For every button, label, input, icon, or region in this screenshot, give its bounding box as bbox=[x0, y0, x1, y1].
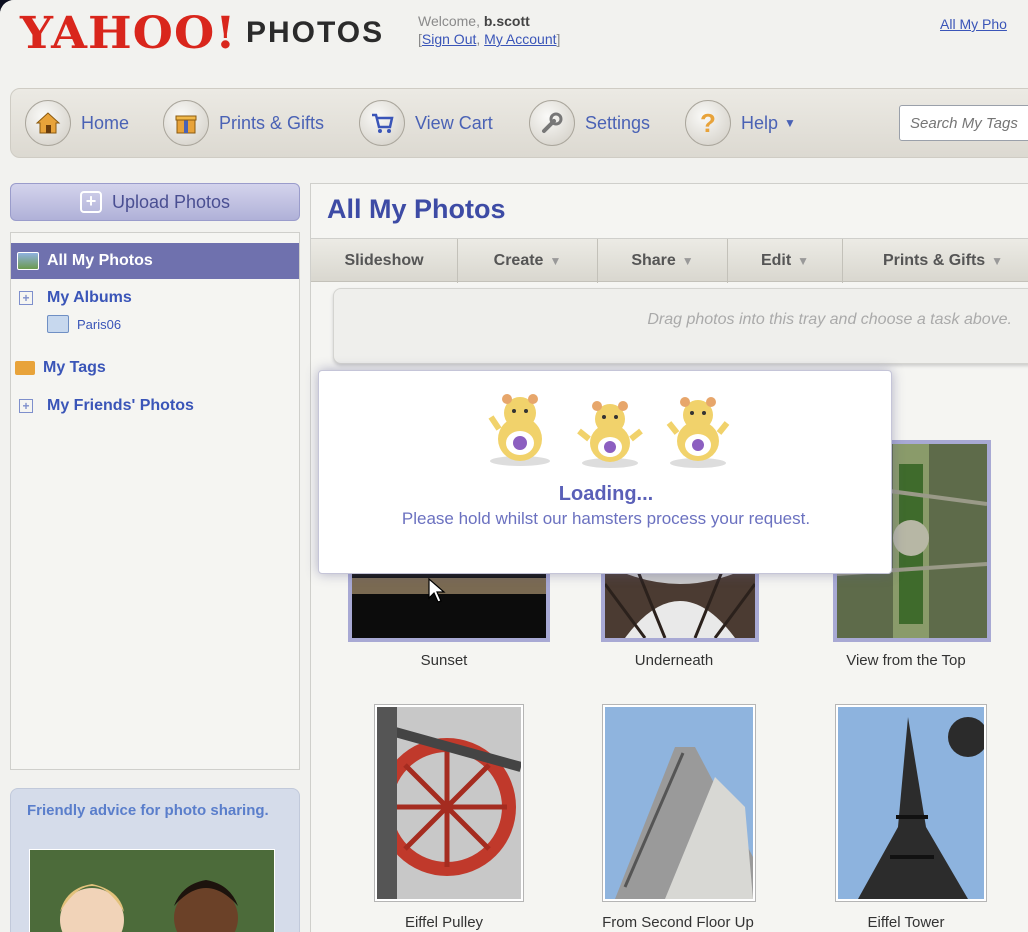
expand-icon[interactable]: + bbox=[19, 291, 33, 305]
sidebar-item-my-tags[interactable]: My Tags bbox=[15, 359, 106, 377]
my-albums-label: My Albums bbox=[47, 289, 132, 306]
photo-thumb-eiffel-pulley[interactable] bbox=[374, 704, 524, 902]
mouse-cursor-icon bbox=[428, 578, 446, 603]
sidebar-item-friends-photos[interactable]: + My Friends' Photos bbox=[19, 397, 194, 415]
hamster-icon bbox=[577, 401, 643, 468]
view-cart-button[interactable]: View Cart bbox=[359, 99, 493, 147]
gift-icon bbox=[163, 100, 209, 146]
loading-title: Loading... bbox=[558, 483, 654, 505]
all-my-photos-link[interactable]: All My Pho bbox=[940, 16, 1007, 32]
sidebar-item-my-albums[interactable]: + My Albums bbox=[19, 289, 132, 307]
product-name: PHOTOS bbox=[246, 16, 385, 49]
edit-label: Edit bbox=[760, 252, 792, 269]
upload-photos-button[interactable]: + Upload Photos bbox=[10, 183, 300, 221]
friends-photos-label: My Friends' Photos bbox=[47, 397, 194, 414]
photo-caption: Eiffel Tower bbox=[867, 914, 945, 931]
username: b.scott bbox=[483, 13, 530, 29]
chevron-down-icon: ▼ bbox=[797, 254, 810, 268]
create-label: Create bbox=[493, 252, 544, 269]
advice-image bbox=[29, 849, 275, 932]
tag-folder-icon bbox=[15, 361, 35, 375]
sidebar-all-label: All My Photos bbox=[47, 252, 153, 269]
album-icon bbox=[47, 315, 69, 333]
loading-message: Please hold whilst our hamsters process … bbox=[401, 509, 811, 528]
hamster-icon bbox=[666, 397, 730, 468]
album-paris-label: Paris06 bbox=[77, 316, 122, 332]
header: YAHOO! PHOTOS Welcome, b.scott [Sign Out… bbox=[0, 0, 1028, 88]
sidebar: All My Photos + My Albums Paris06 My Tag… bbox=[10, 232, 300, 770]
tray-hint: Drag photos into this tray and choose a … bbox=[647, 311, 1012, 328]
view-cart-label: View Cart bbox=[415, 112, 493, 133]
search-tags-input[interactable] bbox=[899, 105, 1028, 141]
hamster-icon bbox=[488, 394, 550, 466]
photo-thumb-second-floor[interactable] bbox=[602, 704, 756, 902]
sidebar-item-all-photos[interactable]: All My Photos bbox=[11, 243, 299, 279]
help-button[interactable]: ? Help ▼ bbox=[685, 99, 796, 147]
create-menu[interactable]: Create ▼ bbox=[458, 239, 598, 283]
sign-out-link[interactable]: Sign Out bbox=[422, 31, 476, 47]
prints-gifts-menu[interactable]: Prints & Gifts ▼ bbox=[843, 239, 1028, 283]
yahoo-logo[interactable]: YAHOO! bbox=[20, 8, 237, 59]
share-menu[interactable]: Share ▼ bbox=[598, 239, 728, 283]
prints-gifts-label: Prints & Gifts bbox=[219, 112, 325, 133]
home-label: Home bbox=[81, 112, 130, 133]
photo-sharing-advice[interactable]: Friendly advice for photo sharing. bbox=[10, 788, 300, 932]
page-title: All My Photos bbox=[327, 194, 506, 224]
photo-tray[interactable]: Drag photos into this tray and choose a … bbox=[333, 288, 1028, 364]
plus-icon: + bbox=[79, 191, 102, 213]
chevron-down-icon: ▼ bbox=[991, 254, 1004, 268]
album-item-paris06[interactable]: Paris06 bbox=[47, 315, 121, 333]
welcome-prefix: Welcome, bbox=[418, 13, 480, 29]
yahoo-photos-window: YAHOO! PHOTOS Welcome, b.scott [Sign Out… bbox=[0, 0, 1028, 932]
my-tags-label: My Tags bbox=[43, 359, 106, 376]
chevron-down-icon: ▼ bbox=[784, 116, 796, 130]
cart-icon bbox=[359, 100, 405, 146]
chevron-down-icon: ▼ bbox=[681, 254, 694, 268]
photos-icon bbox=[17, 252, 39, 270]
expand-icon[interactable]: + bbox=[19, 399, 33, 413]
settings-button[interactable]: Settings bbox=[529, 99, 650, 147]
my-account-link[interactable]: My Account bbox=[484, 31, 556, 47]
photo-caption: View from the Top bbox=[846, 652, 966, 669]
photo-caption: From Second Floor Up bbox=[602, 914, 754, 931]
share-label: Share bbox=[631, 252, 676, 269]
prints-gifts-button[interactable]: Prints & Gifts bbox=[163, 99, 324, 147]
settings-label: Settings bbox=[585, 112, 651, 133]
upload-label: Upload Photos bbox=[111, 191, 231, 212]
photo-caption: Underneath bbox=[634, 652, 714, 669]
wrench-icon bbox=[529, 100, 575, 146]
home-icon bbox=[25, 100, 71, 146]
action-bar: Slideshow Create ▼ Share ▼ Edit ▼ Prints & … bbox=[311, 238, 1028, 283]
prints-gifts-menu-label: Prints & Gifts bbox=[882, 252, 986, 269]
loading-dialog: Loading... Please hold whilst our hamste… bbox=[318, 370, 892, 574]
photo-caption: Eiffel Pulley bbox=[404, 914, 484, 931]
help-label: Help bbox=[741, 112, 779, 133]
help-icon: ? bbox=[685, 100, 731, 146]
slideshow-button[interactable]: Slideshow bbox=[311, 239, 458, 283]
main-toolbar: Home Prints & Gifts View Cart Settings ?… bbox=[10, 88, 1028, 158]
advice-text: Friendly advice for photo sharing. bbox=[27, 802, 269, 819]
photo-thumb-eiffel-tower[interactable] bbox=[835, 704, 988, 902]
home-button[interactable]: Home bbox=[25, 99, 129, 147]
slideshow-label: Slideshow bbox=[344, 252, 424, 269]
edit-menu[interactable]: Edit ▼ bbox=[728, 239, 843, 283]
photo-caption: Sunset bbox=[420, 652, 468, 669]
welcome-block: Welcome, b.scott [Sign Out, My Account] bbox=[418, 13, 561, 47]
chevron-down-icon: ▼ bbox=[549, 254, 562, 268]
